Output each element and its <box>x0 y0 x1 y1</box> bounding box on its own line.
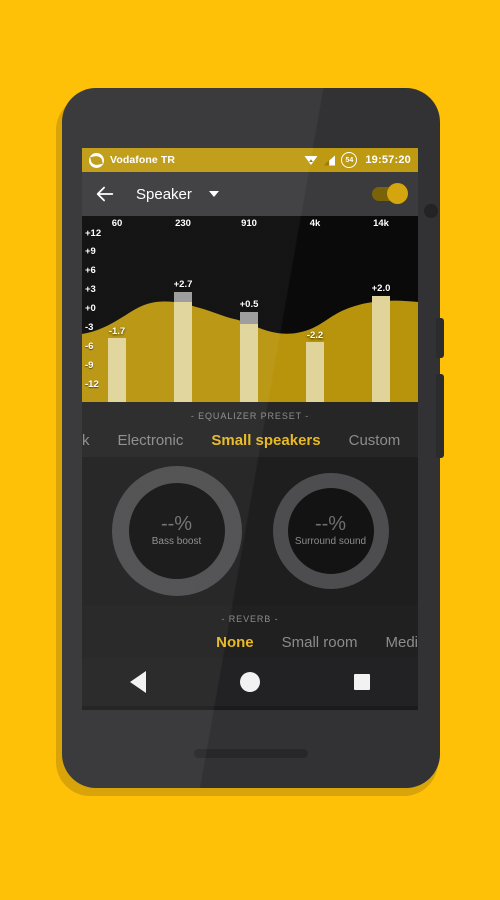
band-value-0: -1.7 <box>108 326 126 337</box>
preset-section-title: - EQUALIZER PRESET - <box>190 411 310 421</box>
y-tick-8: -12 <box>85 379 99 390</box>
equalizer-preset-section: - EQUALIZER PRESET - k Electronic Small … <box>82 402 418 457</box>
screenshot-stage: Vodafone TR 54 19:57:20 Speaker 60 230 9… <box>0 0 500 900</box>
battery-icon: 54 <box>341 152 358 168</box>
band-value-4: +2.0 <box>371 283 391 294</box>
app-bar: Speaker <box>82 172 418 216</box>
back-arrow-icon[interactable] <box>94 183 116 205</box>
status-bar-clock: 19:57:20 <box>365 154 411 166</box>
bass-boost-label: Bass boost <box>151 536 202 548</box>
preset-tab-custom[interactable]: Custom <box>335 432 415 449</box>
band-value-1: +2.7 <box>173 279 193 290</box>
vodafone-logo-icon <box>89 152 104 168</box>
surround-sound-label: Surround sound <box>294 536 367 548</box>
freq-label-4: 14k <box>373 218 389 229</box>
preset-tab-electronic[interactable]: Electronic <box>104 432 198 449</box>
bass-boost-knob[interactable]: --% Bass boost <box>111 466 242 596</box>
band-value-2: +0.5 <box>239 299 259 310</box>
freq-label-1: 230 <box>175 218 191 229</box>
equalizer-power-toggle[interactable] <box>372 183 408 204</box>
nav-home-button[interactable] <box>225 665 275 699</box>
y-tick-1: +9 <box>85 246 96 257</box>
freq-label-3: 4k <box>309 218 321 229</box>
back-triangle-icon <box>130 671 146 693</box>
y-tick-2: +6 <box>85 265 96 276</box>
cellular-signal-icon <box>323 155 336 165</box>
y-tick-4: +0 <box>85 303 96 314</box>
android-navigation-bar <box>82 658 418 706</box>
bass-boost-knob-face: --% Bass boost <box>128 483 225 579</box>
equalizer-graph[interactable]: 60 230 910 4k 14k +12 +9 +6 +3 +0 -3 -6 … <box>82 216 418 402</box>
preset-tab-small-speakers[interactable]: Small speakers <box>197 432 334 449</box>
y-tick-6: -6 <box>85 341 94 352</box>
volume-rocker-button[interactable] <box>436 374 444 458</box>
bass-boost-value: --% <box>160 513 193 536</box>
bottom-speaker-grille <box>194 749 308 758</box>
toggle-knob <box>387 183 408 204</box>
freq-label-2: 910 <box>241 218 257 229</box>
status-bar: Vodafone TR 54 19:57:20 <box>82 148 418 172</box>
reverb-tab-small-room[interactable]: Small room <box>268 634 372 651</box>
y-tick-7: -9 <box>85 360 94 371</box>
nav-back-button[interactable] <box>113 665 163 699</box>
freq-label-0: 60 <box>111 218 123 229</box>
page-title: Speaker <box>136 185 192 203</box>
front-camera-icon <box>424 204 438 218</box>
y-tick-0: +12 <box>85 228 102 239</box>
wifi-icon <box>304 156 318 165</box>
reverb-tab-none[interactable]: None <box>202 634 268 651</box>
surround-sound-knob[interactable]: --% Surround sound <box>272 473 389 589</box>
chevron-down-icon[interactable] <box>208 191 219 197</box>
surround-sound-knob-face: --% Surround sound <box>287 488 374 574</box>
phone-screen: Vodafone TR 54 19:57:20 Speaker 60 230 9… <box>82 148 418 710</box>
nav-recents-button[interactable] <box>337 665 387 699</box>
y-tick-5: -3 <box>85 322 94 333</box>
y-tick-3: +3 <box>85 284 96 295</box>
carrier-name: Vodafone TR <box>110 154 176 166</box>
reverb-section-title: - REVERB - <box>221 614 279 624</box>
preset-tab-row[interactable]: k Electronic Small speakers Custom <box>82 423 418 457</box>
decibel-axis: +12 +9 +6 +3 +0 -3 -6 -9 -12 <box>85 216 111 402</box>
effect-knobs-row: --% Bass boost --% Surround sound <box>82 457 418 605</box>
reverb-tab-medium-room[interactable]: Medi <box>371 634 418 651</box>
band-value-3: -2.2 <box>306 330 324 341</box>
reverb-tab-row[interactable]: None Small room Medi <box>82 626 418 658</box>
battery-level: 54 <box>345 156 354 164</box>
power-button[interactable] <box>436 318 444 358</box>
status-bar-icons: 54 19:57:20 <box>304 152 411 168</box>
preset-tab-rock[interactable]: k <box>82 432 104 449</box>
frequency-axis: 60 230 910 4k 14k <box>82 218 418 232</box>
home-circle-icon <box>240 672 260 692</box>
recents-square-icon <box>354 674 370 690</box>
surround-sound-value: --% <box>314 513 347 536</box>
reverb-section: - REVERB - None Small room Medi <box>82 605 418 658</box>
